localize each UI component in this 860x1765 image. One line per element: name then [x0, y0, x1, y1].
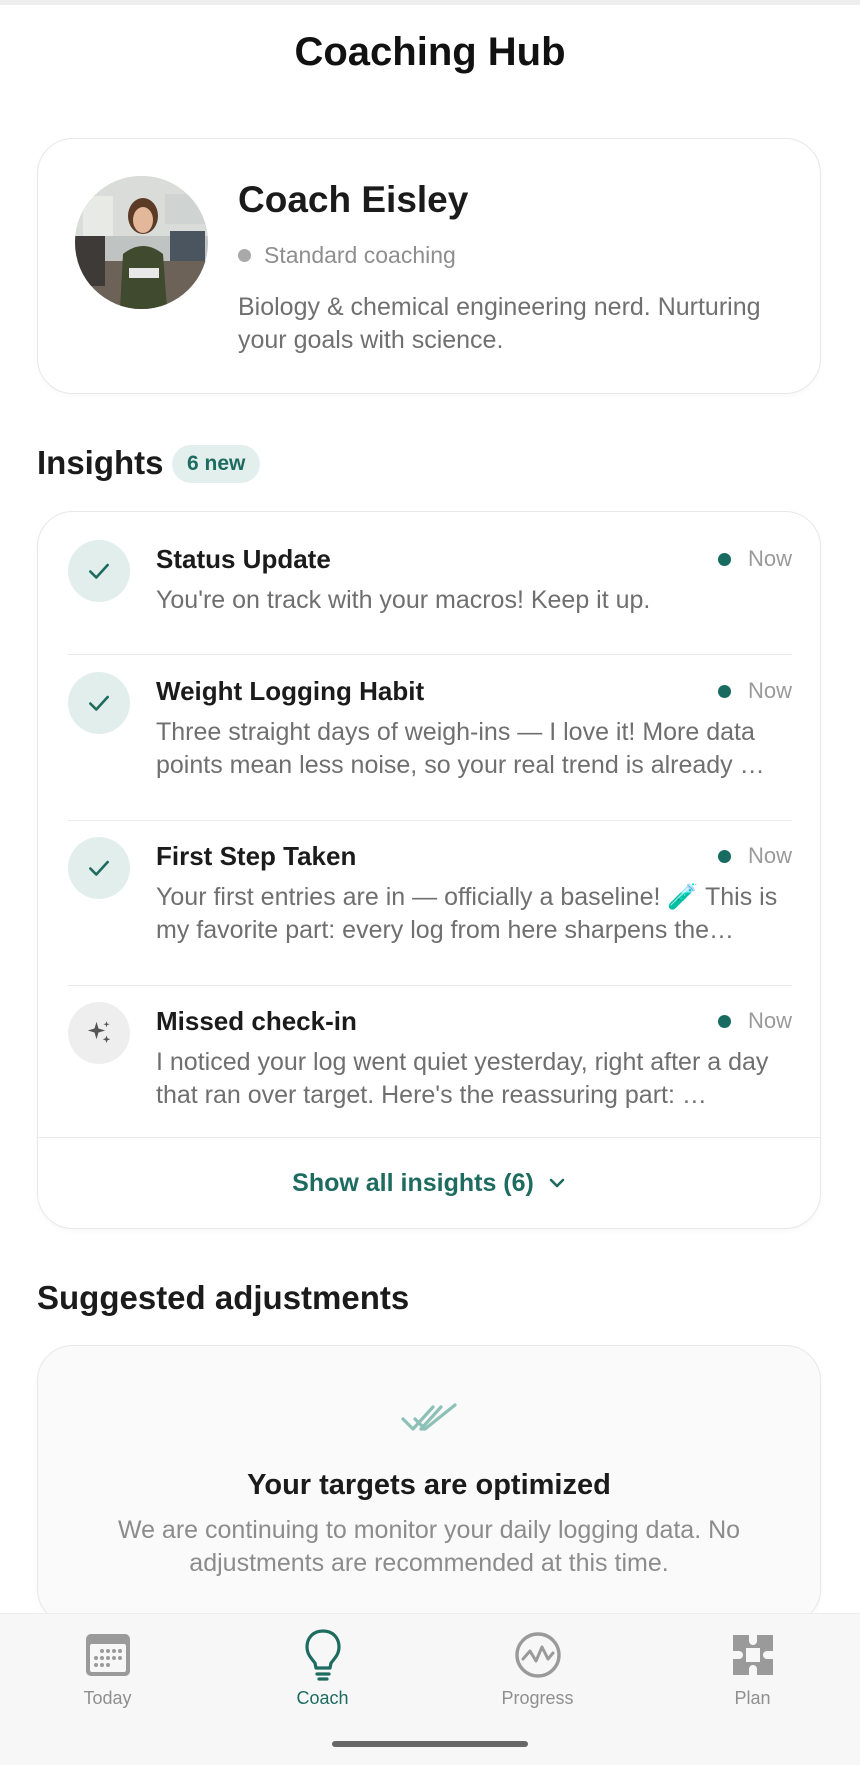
divider [68, 819, 792, 821]
nav-tab-today[interactable]: Today [0, 1614, 215, 1724]
divider [68, 984, 792, 986]
unread-dot [717, 684, 731, 698]
insight-body: Three straight days of weigh-ins — I lov… [156, 718, 765, 779]
insight-time-label: Now [747, 546, 792, 571]
insight-item[interactable]: First Step Taken Now Your first entries … [68, 837, 792, 986]
insight-body: I noticed your log went quiet yesterday,… [156, 1048, 769, 1109]
insight-time: Now [717, 546, 792, 572]
insight-time: Now [717, 1008, 792, 1034]
unread-dot [717, 552, 731, 566]
new-insights-badge: 6 new [172, 445, 261, 483]
nav-label: Today [83, 1688, 132, 1708]
nav-tab-progress[interactable]: Progress [430, 1614, 645, 1724]
nav-label: Progress [501, 1688, 574, 1708]
progress-chart-icon [514, 1628, 562, 1682]
check-icon [68, 540, 130, 602]
insight-title: Missed check-in [156, 1006, 357, 1036]
insight-title: Status Update [156, 544, 331, 574]
insight-time-label: Now [747, 1008, 792, 1033]
insight-time-label: Now [747, 843, 792, 868]
nav-label: Plan [734, 1688, 771, 1708]
double-check-icon [38, 1401, 820, 1437]
lightbulb-icon [303, 1628, 343, 1682]
coach-bio: Biology & chemical engineering nerd. Nur… [238, 293, 761, 354]
coach-profile-card[interactable]: Coach Eisley Standard coaching Biology &… [37, 138, 821, 394]
insight-item[interactable]: Weight Logging Habit Now Three straight … [68, 672, 792, 821]
status-dot [238, 249, 251, 262]
nav-tab-coach[interactable]: Coach [215, 1614, 430, 1724]
coach-avatar [75, 176, 208, 309]
insight-time: Now [717, 843, 792, 869]
home-indicator[interactable] [332, 1741, 528, 1747]
coach-name: Coach Eisley [238, 179, 469, 220]
show-all-label: Show all insights (6) [292, 1168, 534, 1197]
show-all-insights-button[interactable]: Show all insights (6) [38, 1137, 820, 1228]
calendar-icon [84, 1628, 132, 1682]
check-icon [68, 672, 130, 734]
unread-dot [717, 1014, 731, 1028]
chevron-down-icon [548, 1177, 566, 1189]
coach-status: Standard coaching [238, 242, 456, 269]
check-icon [68, 837, 130, 899]
page-title: Coaching Hub [294, 30, 566, 74]
insights-heading: Insights [37, 444, 164, 481]
insights-card: Status Update Now You're on track with y… [37, 511, 821, 1229]
insight-time-label: Now [747, 678, 792, 703]
nav-label: Coach [296, 1688, 349, 1708]
insight-body: You're on track with your macros! Keep i… [156, 586, 651, 614]
insight-title: Weight Logging Habit [156, 676, 425, 706]
adjustments-card: Your targets are optimized We are contin… [37, 1345, 821, 1625]
insight-time: Now [717, 678, 792, 704]
plan-puzzle-icon [731, 1628, 775, 1682]
adjustments-title: Your targets are optimized [247, 1469, 611, 1501]
sparkle-icon [68, 1002, 130, 1064]
adjustments-heading: Suggested adjustments [37, 1279, 410, 1316]
nav-tab-plan[interactable]: Plan [645, 1614, 860, 1724]
insight-item[interactable]: Missed check-in Now I noticed your log w… [68, 1002, 792, 1137]
divider [68, 653, 792, 655]
insight-body: Your first entries are in — officially a… [156, 883, 778, 944]
status-bar-strip [0, 0, 860, 5]
unread-dot [717, 849, 731, 863]
insight-title: First Step Taken [156, 841, 357, 871]
coach-status-label: Standard coaching [264, 242, 456, 268]
insight-item[interactable]: Status Update Now You're on track with y… [68, 540, 792, 655]
adjustments-text: We are continuing to monitor your daily … [117, 1516, 741, 1577]
